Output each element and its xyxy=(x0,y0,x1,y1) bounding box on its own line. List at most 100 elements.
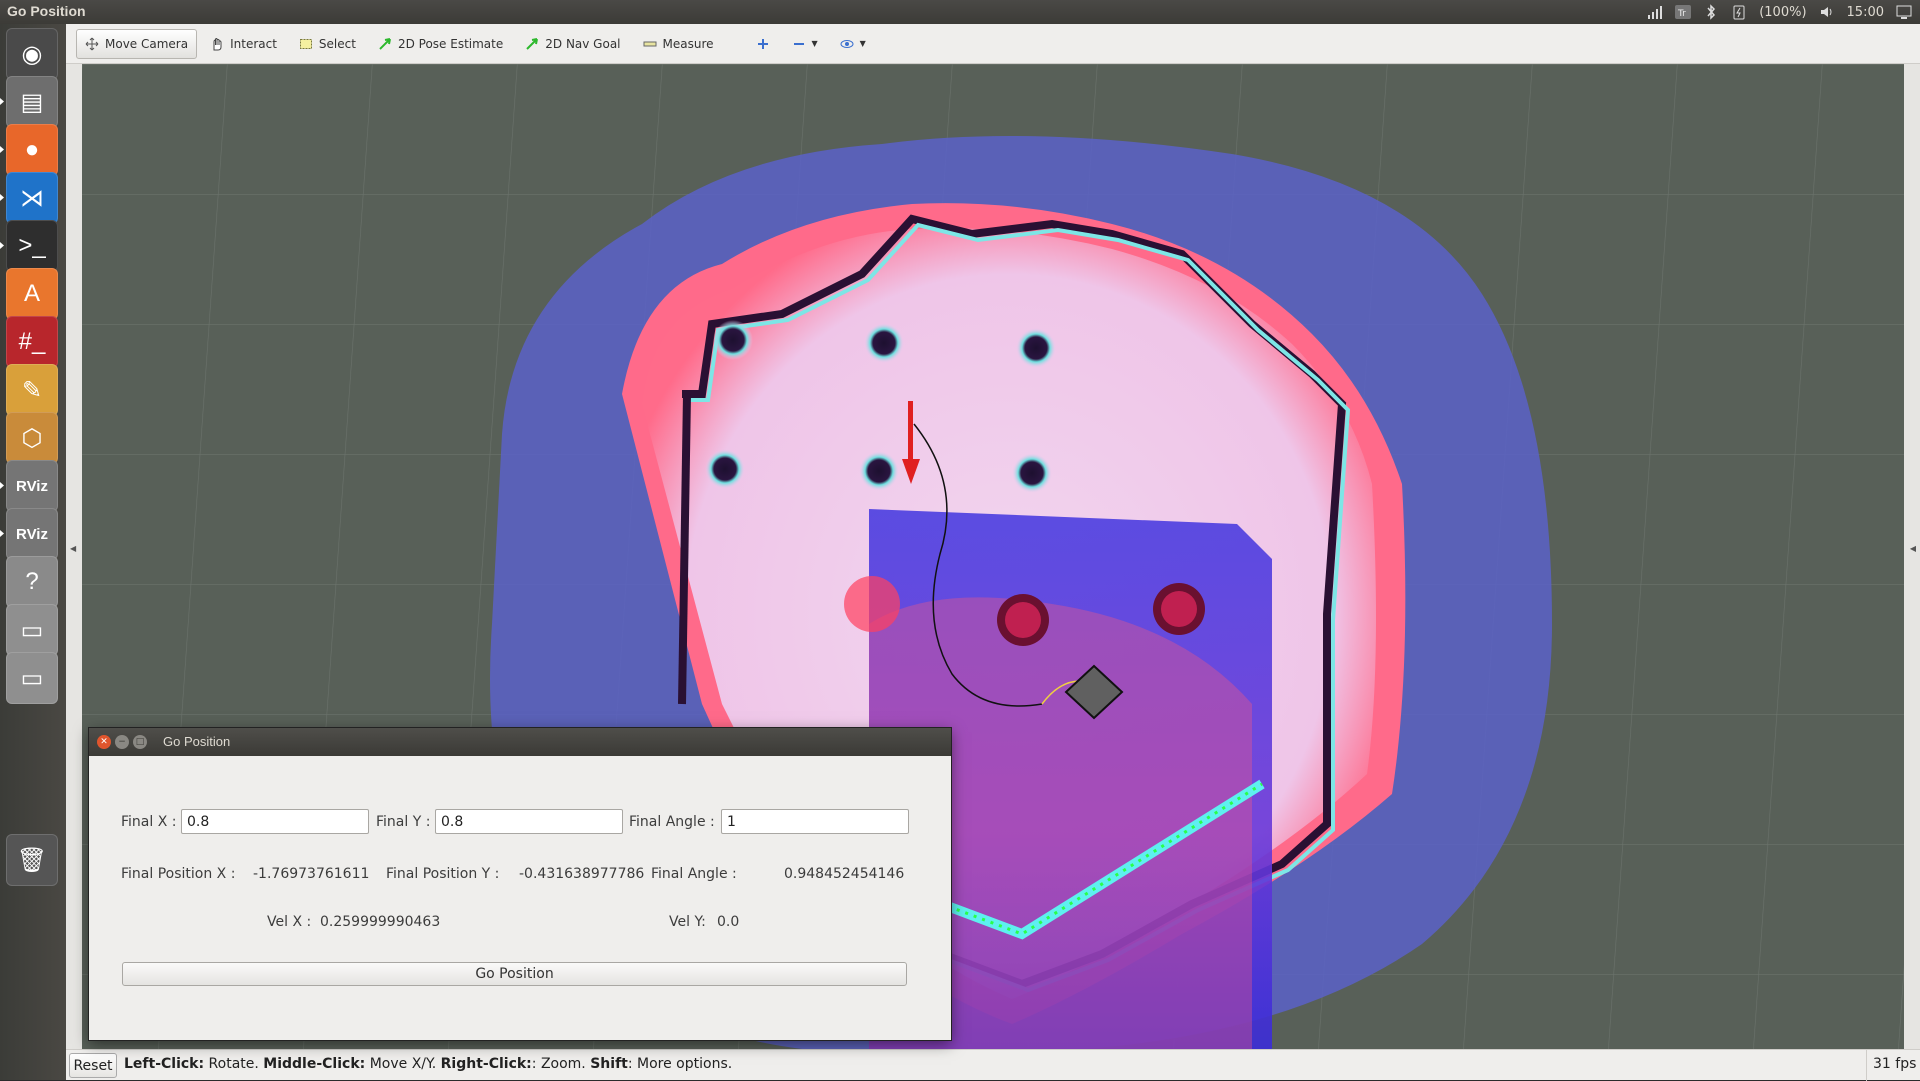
move-camera-tool[interactable]: Move Camera xyxy=(76,28,198,59)
trash-icon[interactable]: 🗑 xyxy=(6,834,58,886)
firefox-icon-glyph: ● xyxy=(24,136,40,163)
files-icon[interactable]: ▤ xyxy=(6,76,58,128)
add-tool-button[interactable] xyxy=(747,29,779,59)
select-tool[interactable]: Select xyxy=(290,29,365,59)
chevron-down-icon: ▼ xyxy=(859,39,866,48)
move-camera-icon xyxy=(85,37,99,50)
firefox-icon[interactable]: ● xyxy=(6,124,58,176)
measure-label: Measure xyxy=(662,36,714,51)
software-center-icon[interactable]: A xyxy=(6,268,58,320)
running-indicator xyxy=(0,146,4,153)
root-terminal-icon-glyph: #_ xyxy=(18,328,46,355)
go-position-button[interactable]: Go Position xyxy=(122,962,907,986)
final-y-label: Final Y : xyxy=(376,814,431,830)
final-y-input[interactable] xyxy=(435,809,623,834)
minimize-icon[interactable]: − xyxy=(115,735,129,749)
rviz-icon-glyph: RViz xyxy=(16,477,48,495)
package-icon[interactable]: ⬡ xyxy=(6,412,58,464)
green-arrow-icon xyxy=(526,37,539,50)
remove-tool-button[interactable]: ▼ xyxy=(783,29,827,59)
root-terminal-icon[interactable]: #_ xyxy=(6,316,58,368)
final-angle-readout-label: Final Angle : xyxy=(651,866,737,882)
keyboard-layout-icon[interactable]: Tr xyxy=(1675,4,1692,20)
tool-visibility-button[interactable]: ▼ xyxy=(831,29,875,59)
vscode-icon[interactable]: ⋊ xyxy=(6,172,58,224)
active-window-title: Go Position xyxy=(7,3,86,19)
rviz-toolbar: Move Camera Interact Select 2D Pose Esti… xyxy=(66,24,1920,64)
hint-key: Left-Click: xyxy=(124,1056,205,1072)
terminal-icon[interactable]: >_ xyxy=(6,220,58,272)
mouse-hint: Left-Click: Rotate. Middle-Click: Move X… xyxy=(124,1056,732,1072)
text-editor-icon-glyph: ✎ xyxy=(21,376,43,404)
chevron-down-icon: ▼ xyxy=(811,39,818,48)
vel-y-value: 0.0 xyxy=(717,914,740,930)
eye-icon xyxy=(840,39,854,48)
top-panel: Go Position Tr (100%) 15:00 xyxy=(0,0,1920,24)
fps-counter: 31 fps xyxy=(1866,1050,1920,1081)
ruler-icon xyxy=(643,41,657,46)
hint-action: : More options. xyxy=(627,1056,733,1072)
measure-tool[interactable]: Measure xyxy=(634,29,723,59)
hint-action: : Zoom. xyxy=(531,1056,591,1072)
final-x-label: Final X : xyxy=(121,814,177,830)
right-panel-collapse-handle[interactable]: ◀ xyxy=(1904,64,1920,1049)
left-panel-collapse-handle[interactable]: ◀ xyxy=(66,64,82,1049)
nav-goal-tool[interactable]: 2D Nav Goal xyxy=(516,29,629,59)
help-icon[interactable]: ? xyxy=(6,556,58,608)
launcher: ◉ ▤ ● ⋊ >_ A #_ ✎ ⬡ RViz RViz? ▭ ▭ 🗑 xyxy=(0,24,66,1080)
reset-button[interactable]: Reset xyxy=(69,1053,117,1078)
vel-x-value: 0.259999990463 xyxy=(320,914,441,930)
drive-icon-glyph: ▭ xyxy=(20,664,44,692)
vel-x-label: Vel X : xyxy=(267,914,312,930)
files-icon-glyph: ▤ xyxy=(20,88,44,116)
software-center-icon-glyph: A xyxy=(23,280,40,307)
system-menu-icon[interactable] xyxy=(1896,4,1912,20)
collapse-right-icon: ◀ xyxy=(1909,544,1916,553)
volume-icon[interactable] xyxy=(1819,4,1835,20)
hint-action: Rotate. xyxy=(204,1056,264,1072)
final-x-input[interactable] xyxy=(181,809,369,834)
text-editor-icon[interactable]: ✎ xyxy=(6,364,58,416)
pose-estimate-tool[interactable]: 2D Pose Estimate xyxy=(369,29,512,59)
green-arrow-icon xyxy=(379,37,391,50)
system-tray: Tr (100%) 15:00 xyxy=(1647,2,1912,22)
vscode-icon-glyph: ⋊ xyxy=(20,184,44,212)
pose-estimate-label: 2D Pose Estimate xyxy=(397,36,504,51)
running-indicator xyxy=(0,98,4,105)
rviz-icon[interactable]: RViz xyxy=(6,460,58,512)
final-angle-readout-value: 0.948452454146 xyxy=(784,866,905,882)
final-angle-input[interactable] xyxy=(721,809,909,834)
running-indicator xyxy=(0,482,4,489)
close-icon[interactable]: ✕ xyxy=(97,735,111,749)
drive-icon[interactable]: ▭ xyxy=(6,604,58,656)
minus-icon xyxy=(793,42,804,45)
running-indicator xyxy=(0,530,4,537)
bluetooth-icon[interactable] xyxy=(1703,4,1719,20)
hint-key: Shift xyxy=(590,1056,628,1072)
final-position-y-value: -0.431638977786 xyxy=(519,866,645,882)
final-position-y-label: Final Position Y : xyxy=(386,866,500,882)
svg-text:Tr: Tr xyxy=(1677,9,1686,19)
battery-icon[interactable] xyxy=(1731,4,1747,20)
dialog-titlebar[interactable]: ✕ − □ Go Position xyxy=(89,728,951,756)
final-angle-label: Final Angle : xyxy=(629,814,715,830)
interact-tool[interactable]: Interact xyxy=(201,29,286,59)
drive-icon[interactable]: ▭ xyxy=(6,652,58,704)
ubuntu-dash-icon-glyph: ◉ xyxy=(21,40,43,68)
rviz-icon[interactable]: RViz xyxy=(6,508,58,560)
clock[interactable]: 15:00 xyxy=(1847,5,1884,20)
trash-icon-glyph: 🗑 xyxy=(16,846,48,874)
nav-goal-label: 2D Nav Goal xyxy=(545,36,621,51)
running-indicator xyxy=(0,194,4,201)
maximize-icon[interactable]: □ xyxy=(133,735,147,749)
battery-percent: (100%) xyxy=(1759,4,1807,20)
terminal-icon-glyph: >_ xyxy=(18,232,46,259)
interact-label: Interact xyxy=(230,36,277,51)
network-signal-icon[interactable] xyxy=(1647,4,1663,20)
status-bar: Reset Left-Click: Rotate. Middle-Click: … xyxy=(66,1049,1920,1081)
drive-icon-glyph: ▭ xyxy=(20,616,44,644)
hint-key: Right-Click: xyxy=(440,1056,532,1072)
collapse-left-icon: ◀ xyxy=(70,544,77,553)
package-icon-glyph: ⬡ xyxy=(21,424,43,452)
ubuntu-dash-icon[interactable]: ◉ xyxy=(6,28,58,80)
